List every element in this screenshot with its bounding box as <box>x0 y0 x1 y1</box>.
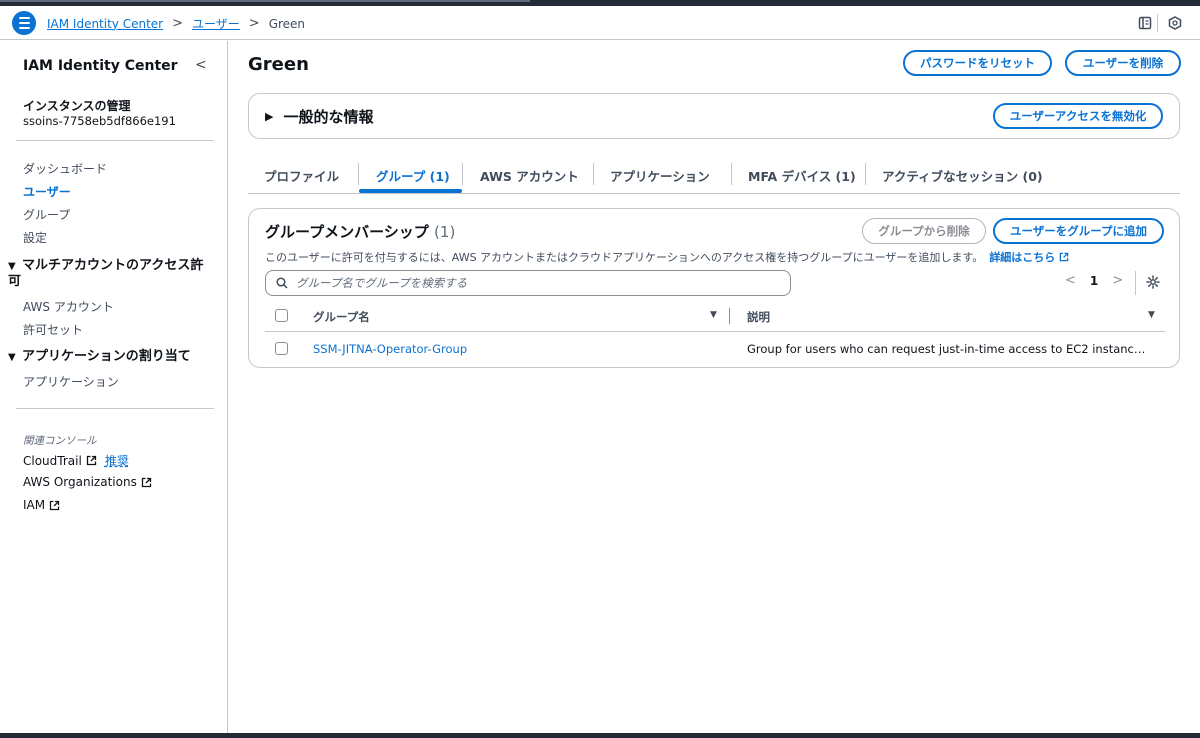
sidebar-item-permission-sets[interactable]: 許可セット <box>23 321 83 338</box>
sort-down-icon[interactable]: ▼ <box>1148 310 1155 320</box>
current-page[interactable]: 1 <box>1090 274 1098 288</box>
sidebar-link-cloudtrail[interactable]: CloudTrail 推奨 <box>23 452 129 469</box>
column-header-description[interactable]: 説明 <box>747 309 770 325</box>
row-checkbox[interactable] <box>275 342 288 355</box>
top-header: IAM Identity Center > ユーザー > Green <box>0 6 1200 40</box>
reset-password-button[interactable]: パスワードをリセット <box>903 50 1052 76</box>
group-search-input[interactable]: グループ名でグループを検索する <box>265 270 791 296</box>
learn-more-label: 詳細はこちら <box>989 251 1056 264</box>
caret-down-icon: ▼ <box>8 261 16 272</box>
sidebar-item-dashboard[interactable]: ダッシュボード <box>23 160 107 177</box>
search-placeholder: グループ名でグループを検索する <box>296 276 468 290</box>
tab-separator <box>462 163 463 185</box>
external-link-icon <box>141 477 151 487</box>
tab-separator <box>731 163 732 185</box>
breadcrumb-iam-identity-center[interactable]: IAM Identity Center <box>47 17 163 31</box>
tab-separator <box>865 163 866 185</box>
page-title: Green <box>248 54 309 75</box>
column-header-group-name[interactable]: グループ名 <box>313 309 370 325</box>
external-link-icon <box>86 455 96 466</box>
recommended-badge[interactable]: 推奨 <box>105 452 129 469</box>
gear-icon[interactable] <box>1146 275 1160 292</box>
general-info-toggle[interactable]: ▶ 一般的な情報 <box>265 106 373 127</box>
tab-profile[interactable]: プロファイル <box>264 166 339 185</box>
learn-more-link[interactable]: 詳細はこちら <box>989 251 1069 264</box>
sidebar-item-applications[interactable]: アプリケーション <box>23 373 119 390</box>
breadcrumb-users[interactable]: ユーザー <box>192 15 240 32</box>
sidebar-item-groups[interactable]: グループ <box>23 206 70 223</box>
chevron-right-icon: > <box>172 16 184 31</box>
caret-down-icon: ▼ <box>8 352 16 363</box>
section-label: マルチアカウントのアクセス許可 <box>8 258 204 289</box>
add-user-to-group-button[interactable]: ユーザーをグループに追加 <box>993 218 1164 244</box>
column-resizer[interactable] <box>729 308 730 324</box>
tab-applications[interactable]: アプリケーション <box>610 166 710 185</box>
pagination: < 1 > <box>1065 273 1123 288</box>
sidebar-link-aws-organizations[interactable]: AWS Organizations <box>23 475 152 489</box>
instance-id: ssoins-7758eb5df866e191 <box>23 114 176 128</box>
link-label: CloudTrail <box>23 453 82 468</box>
general-info-panel: ▶ 一般的な情報 ユーザーアクセスを無効化 <box>248 93 1180 139</box>
chevron-right-icon[interactable]: > <box>1112 273 1123 288</box>
external-link-icon <box>1059 252 1069 262</box>
sidebar-divider <box>16 140 214 141</box>
select-all-checkbox[interactable] <box>275 309 288 322</box>
chevron-right-icon: > <box>248 16 260 31</box>
sort-down-icon[interactable]: ▼ <box>710 310 717 320</box>
group-count: (1) <box>434 223 456 241</box>
sidebar-section-app[interactable]: ▼ アプリケーションの割り当て <box>8 349 213 365</box>
menu-icon[interactable] <box>12 11 36 35</box>
sidebar-item-users[interactable]: ユーザー <box>23 183 71 200</box>
remove-from-group-button[interactable]: グループから削除 <box>862 218 986 244</box>
tab-aws-accounts[interactable]: AWS アカウント <box>480 166 579 185</box>
caret-right-icon: ▶ <box>265 110 274 123</box>
general-info-title: 一般的な情報 <box>283 108 374 126</box>
tab-groups[interactable]: グループ (1) <box>376 166 450 185</box>
section-label: アプリケーションの割り当て <box>22 349 191 364</box>
active-tab-indicator <box>359 189 462 193</box>
sidebar-section-multi-account[interactable]: ▼ マルチアカウントのアクセス許可 <box>8 258 213 289</box>
group-membership-panel: グループメンバーシップ (1) グループから削除 ユーザーをグループに追加 この… <box>248 208 1180 368</box>
chevron-left-icon[interactable]: < <box>195 57 207 73</box>
breadcrumb: IAM Identity Center > ユーザー > Green <box>47 15 305 32</box>
table-header-divider <box>265 331 1165 332</box>
security-icon[interactable] <box>1167 15 1183 31</box>
sidebar: IAM Identity Center < インスタンスの管理 ssoins-7… <box>0 41 228 733</box>
breadcrumb-current: Green <box>268 16 306 31</box>
tab-active-sessions[interactable]: アクティブなセッション (0) <box>882 166 1043 185</box>
instance-heading: インスタンスの管理 <box>23 99 131 113</box>
link-label: AWS Organizations <box>23 475 137 489</box>
sidebar-title[interactable]: IAM Identity Center <box>23 58 178 74</box>
group-description: Group for users who can request just-in-… <box>747 342 1147 356</box>
group-membership-heading: グループメンバーシップ <box>265 223 429 241</box>
description-text: このユーザーに許可を付与するには、AWS アカウントまたはクラウドアプリケーショ… <box>265 251 984 264</box>
related-consoles-heading: 関連コンソール <box>23 435 97 447</box>
link-label: IAM <box>23 498 46 512</box>
sidebar-item-aws-accounts[interactable]: AWS アカウント <box>23 298 114 315</box>
pagination-divider <box>1135 271 1136 295</box>
group-membership-title: グループメンバーシップ (1) <box>265 221 455 242</box>
tab-separator <box>593 163 594 185</box>
sidebar-divider <box>16 408 214 409</box>
external-link-icon <box>49 500 60 510</box>
disable-user-access-button[interactable]: ユーザーアクセスを無効化 <box>993 103 1163 129</box>
window-bottom-bar <box>0 733 1200 738</box>
group-name-link[interactable]: SSM-JITNA-Operator-Group <box>313 342 467 356</box>
delete-user-button[interactable]: ユーザーを削除 <box>1065 50 1181 76</box>
tab-mfa-devices[interactable]: MFA デバイス (1) <box>748 166 856 185</box>
sidebar-link-iam[interactable]: IAM <box>23 498 60 512</box>
tab-separator <box>358 163 359 185</box>
group-membership-description: このユーザーに許可を付与するには、AWS アカウントまたはクラウドアプリケーショ… <box>265 249 1069 265</box>
sidebar-item-settings[interactable]: 設定 <box>23 229 47 246</box>
search-icon <box>276 277 288 289</box>
info-panel-icon[interactable] <box>1137 15 1153 31</box>
chevron-left-icon[interactable]: < <box>1065 273 1076 288</box>
header-divider <box>1157 14 1158 32</box>
